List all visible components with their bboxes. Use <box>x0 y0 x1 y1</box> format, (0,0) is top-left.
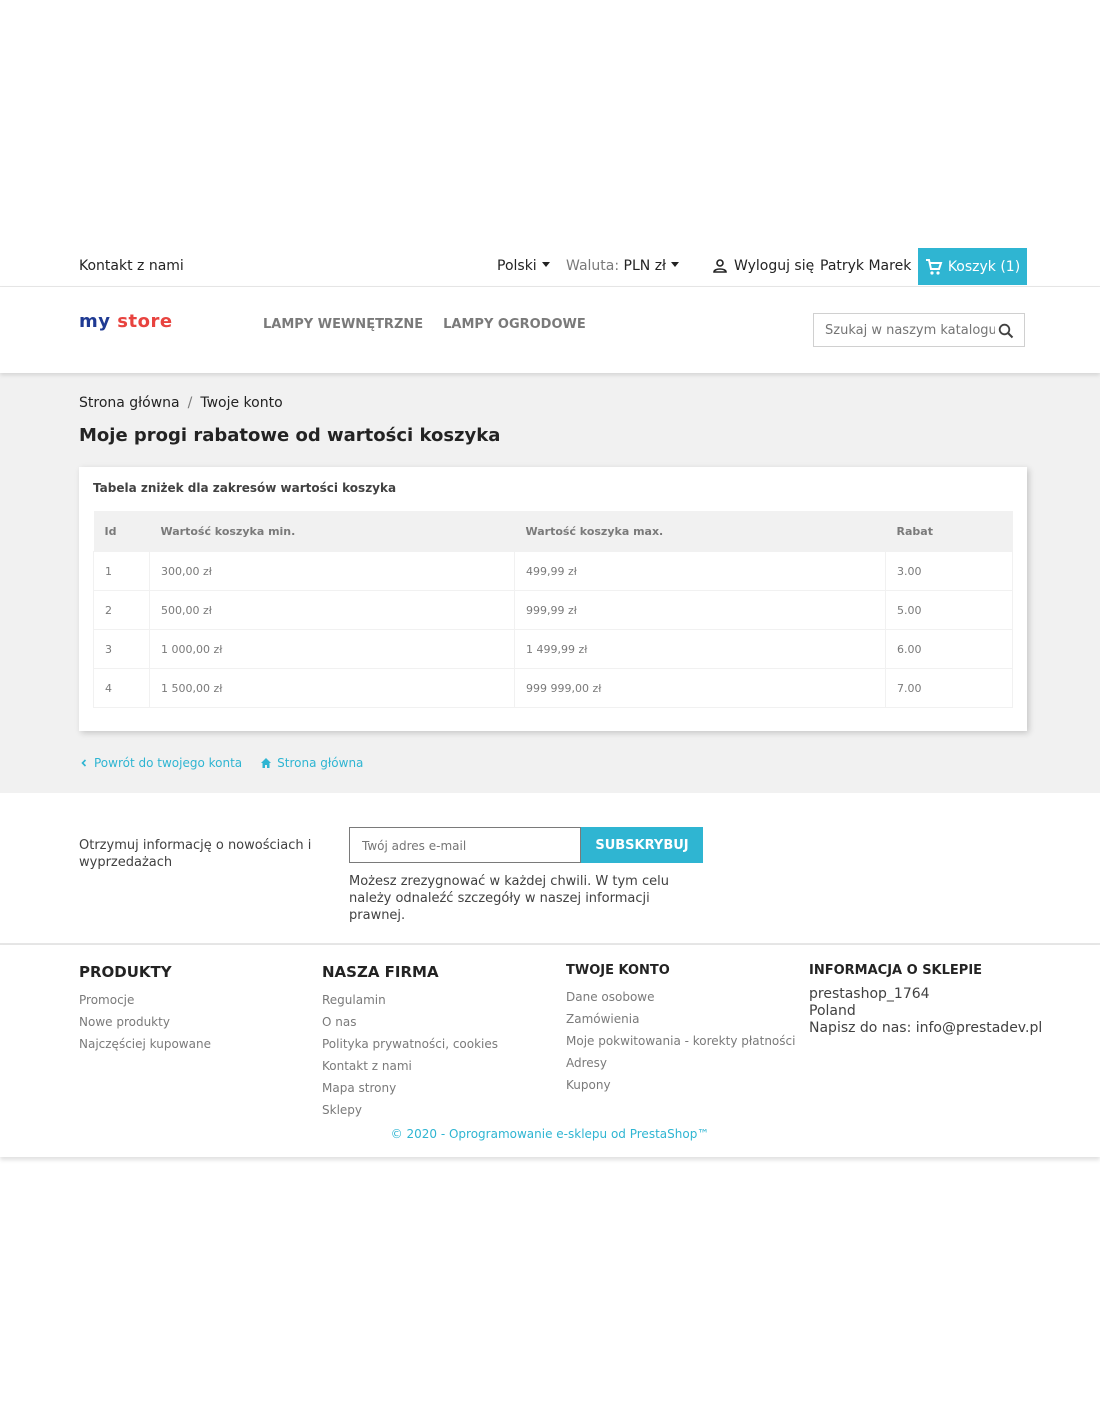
contact-link[interactable]: Kontakt z nami <box>79 258 184 274</box>
cell-max: 999 999,00 zł <box>514 668 886 708</box>
currency-label: Waluta: <box>566 258 620 274</box>
logout-label: Wyloguj się <box>734 258 815 274</box>
currency-value: PLN zł <box>623 258 667 274</box>
footer-link[interactable]: Regulamin <box>322 989 498 1011</box>
home-label: Strona główna <box>277 756 364 770</box>
newsletter-email-field <box>349 827 584 864</box>
store-contact: Napisz do nas: info@prestadev.pl <box>809 1020 1043 1036</box>
search-icon[interactable] <box>998 323 1014 339</box>
table-header-row: Id Wartość koszyka min. Wartość koszyka … <box>93 511 1013 552</box>
cell-max: 1 499,99 zł <box>514 629 886 669</box>
nav-item-garden-lamps[interactable]: LAMPY OGRODOWE <box>443 317 586 332</box>
footer-link[interactable]: Kontakt z nami <box>322 1055 498 1077</box>
logo-word-store: store <box>117 311 173 332</box>
cell-min: 300,00 zł <box>149 551 515 591</box>
column-header-id: Id <box>93 511 150 552</box>
logo-word-my: my <box>79 311 111 332</box>
footer-link[interactable]: Polityka prywatności, cookies <box>322 1033 498 1055</box>
cell-min: 1 500,00 zł <box>149 668 515 708</box>
cell-id: 2 <box>93 590 150 630</box>
cell-max: 499,99 zł <box>514 551 886 591</box>
cart-button[interactable]: Koszyk (1) <box>918 248 1027 285</box>
footer-link[interactable]: Moje pokwitowania - korekty płatności <box>566 1030 795 1052</box>
table-title: Tabela zniżek dla zakresów wartości kosz… <box>93 481 397 495</box>
footer-store-info-column: INFORMACJA O SKLEPIE prestashop_1764 Pol… <box>809 963 1042 1037</box>
footer-link[interactable]: Adresy <box>566 1052 795 1074</box>
store-name: prestashop_1764 <box>809 986 930 1002</box>
footer-link[interactable]: Nowe produkty <box>79 1011 211 1033</box>
column-header-max: Wartość koszyka max. <box>514 511 886 552</box>
footer-products-title: PRODUKTY <box>79 963 172 981</box>
logout-link[interactable]: Wyloguj się <box>712 258 814 274</box>
account-links: Powrót do twojego konta Strona główna <box>79 756 363 770</box>
cell-max: 999,99 zł <box>514 590 886 630</box>
discount-table: Id Wartość koszyka min. Wartość koszyka … <box>93 511 1013 708</box>
column-header-min: Wartość koszyka min. <box>149 511 515 552</box>
page-title: Moje progi rabatowe od wartości koszyka <box>79 425 501 446</box>
cart-label: Koszyk (1) <box>947 258 1021 275</box>
search-box <box>813 313 1025 347</box>
newsletter-email-input[interactable] <box>360 828 584 864</box>
footer-store-info-title: INFORMACJA O SKLEPIE <box>809 963 983 978</box>
table-row: 4 1 500,00 zł 999 999,00 zł 7.00 <box>93 668 1013 708</box>
cell-min: 1 000,00 zł <box>149 629 515 669</box>
footer-company-title: NASZA FIRMA <box>322 963 439 981</box>
home-icon <box>261 758 272 768</box>
footer-link[interactable]: Sklepy <box>322 1099 498 1121</box>
cell-discount: 5.00 <box>885 590 1013 630</box>
footer-link[interactable]: Dane osobowe <box>566 986 795 1008</box>
footer-link[interactable]: Zamówienia <box>566 1008 795 1030</box>
copyright-link[interactable]: © 2020 - Oprogramowanie e-sklepu od Pres… <box>0 1127 1100 1141</box>
store-country: Poland <box>809 1003 856 1019</box>
footer-company-column: NASZA FIRMA Regulamin O nas Polityka pry… <box>322 963 498 1121</box>
back-to-account-label: Powrót do twojego konta <box>94 756 243 770</box>
cell-min: 500,00 zł <box>149 590 515 630</box>
main-content: Strona główna / Twoje konto Moje progi rab… <box>0 373 1100 793</box>
column-header-discount: Rabat <box>885 511 1013 552</box>
language-label: Polski <box>497 258 537 274</box>
search-input[interactable] <box>823 321 997 339</box>
table-row: 3 1 000,00 zł 1 499,99 zł 6.00 <box>93 629 1013 669</box>
chevron-left-icon <box>81 759 87 767</box>
nav-item-indoor-lamps[interactable]: LAMPY WEWNĘTRZNE <box>263 317 423 332</box>
table-row: 1 300,00 zł 499,99 zł 3.00 <box>93 551 1013 591</box>
store-logo[interactable]: my store <box>79 311 173 332</box>
cell-id: 1 <box>93 551 150 591</box>
user-icon <box>713 259 727 273</box>
cell-id: 3 <box>93 629 150 669</box>
breadcrumb: Strona główna / Twoje konto <box>79 395 283 411</box>
newsletter-text: Otrzymuj informację o nowościach i wyprz… <box>79 838 312 870</box>
footer-link[interactable]: Kupony <box>566 1074 795 1096</box>
caret-down-icon <box>671 261 680 267</box>
header: my store LAMPY WEWNĘTRZNE LAMPY OGRODOWE <box>0 287 1100 373</box>
discount-table-card: Tabela zniżek dla zakresów wartości kosz… <box>79 467 1027 731</box>
cell-discount: 6.00 <box>885 629 1013 669</box>
top-bar: Kontakt z nami Polski Waluta: PLN zł Wyl… <box>0 248 1100 286</box>
home-link[interactable]: Strona główna <box>260 756 363 770</box>
cell-id: 4 <box>93 668 150 708</box>
cart-icon <box>925 258 943 275</box>
breadcrumb-home[interactable]: Strona główna <box>79 395 180 411</box>
back-to-account-link[interactable]: Powrót do twojego konta <box>79 756 242 770</box>
subscribe-button[interactable]: SUBSKRYBUJ <box>581 827 703 863</box>
language-selector[interactable]: Polski <box>497 258 550 274</box>
cell-discount: 7.00 <box>885 668 1013 708</box>
currency-selector[interactable]: Waluta: PLN zł <box>566 258 680 274</box>
footer-link[interactable]: O nas <box>322 1011 498 1033</box>
cell-discount: 3.00 <box>885 551 1013 591</box>
newsletter-section: Otrzymuj informację o nowościach i wyprz… <box>0 793 1100 943</box>
footer-products-column: PRODUKTY Promocje Nowe produkty Najczęśc… <box>79 963 211 1055</box>
footer-link[interactable]: Mapa strony <box>322 1077 498 1099</box>
footer-account-title[interactable]: TWOJE KONTO <box>566 963 795 978</box>
footer-link[interactable]: Najczęściej kupowane <box>79 1033 211 1055</box>
caret-down-icon <box>541 261 550 267</box>
account-link[interactable]: Patryk Marek <box>820 258 911 274</box>
footer-link[interactable]: Promocje <box>79 989 211 1011</box>
footer-account-column: TWOJE KONTO Dane osobowe Zamówienia Moje… <box>566 963 795 1096</box>
main-nav: LAMPY WEWNĘTRZNE LAMPY OGRODOWE <box>263 317 586 332</box>
table-row: 2 500,00 zł 999,99 zł 5.00 <box>93 590 1013 630</box>
breadcrumb-account[interactable]: Twoje konto <box>200 395 282 411</box>
newsletter-legal-text: Możesz zrezygnować w każdej chwili. W ty… <box>349 874 669 923</box>
footer: PRODUKTY Promocje Nowe produkty Najczęśc… <box>0 945 1100 1157</box>
